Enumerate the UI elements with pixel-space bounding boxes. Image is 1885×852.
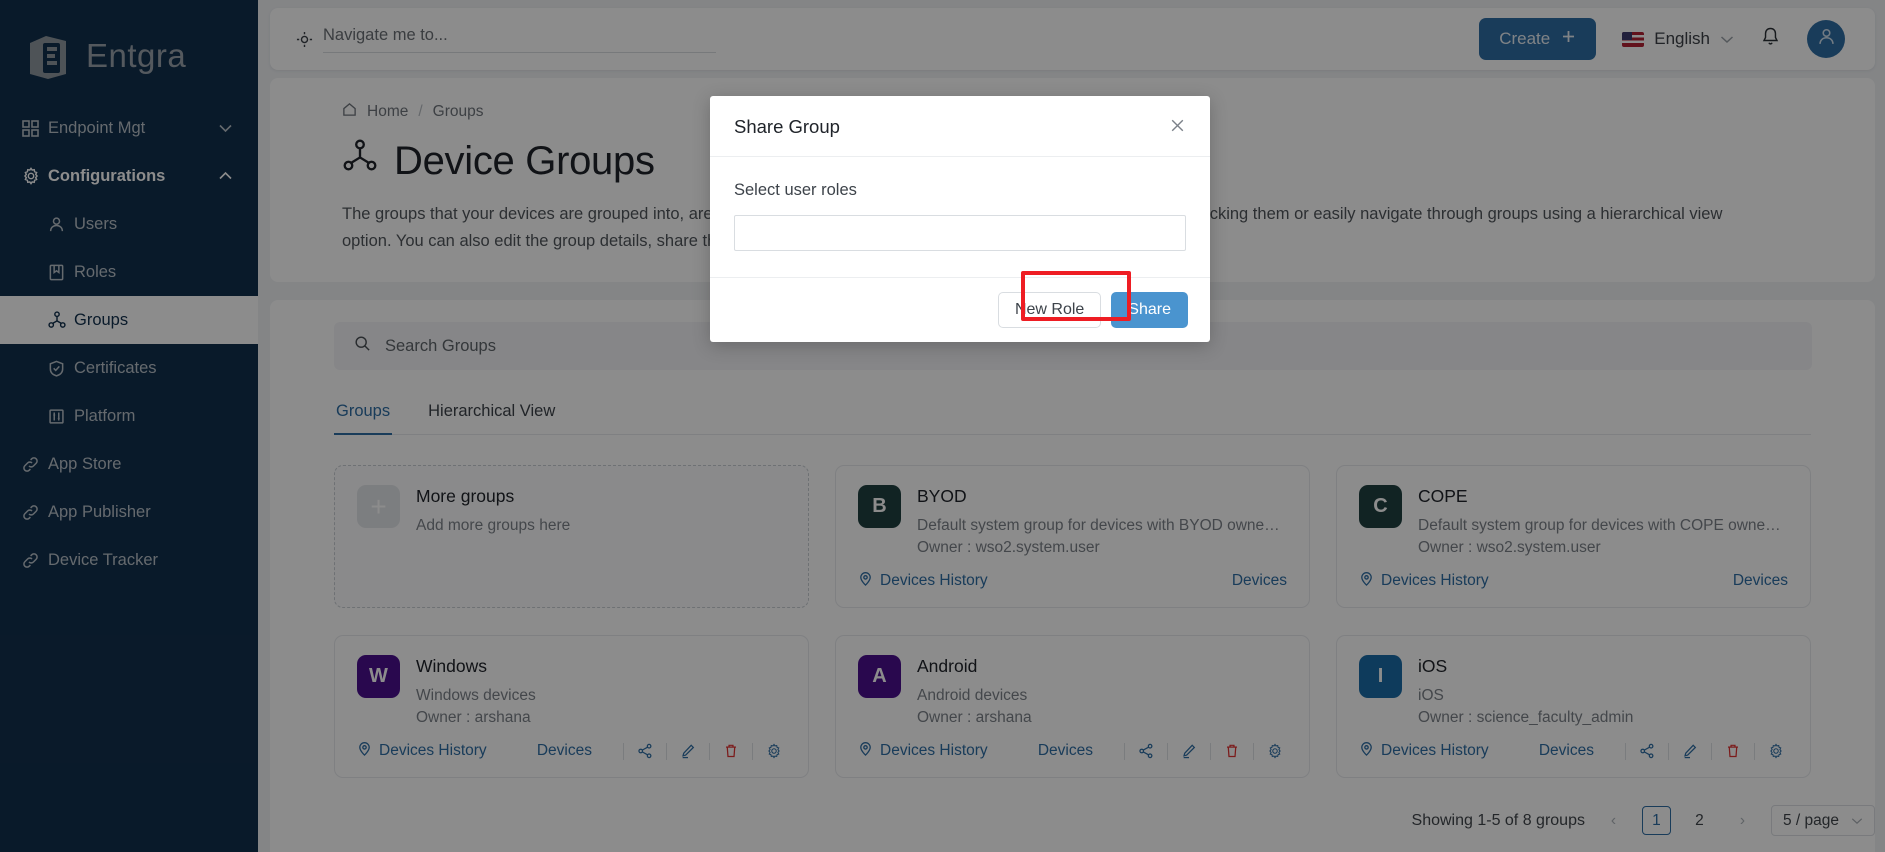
modal-body: Select user roles bbox=[710, 157, 1210, 277]
close-icon[interactable] bbox=[1169, 117, 1186, 138]
select-user-roles-input[interactable] bbox=[734, 215, 1186, 251]
modal-footer: New Role Share bbox=[710, 277, 1210, 342]
select-user-roles-label: Select user roles bbox=[734, 181, 857, 199]
modal-header: Share Group bbox=[710, 96, 1210, 157]
modal-title: Share Group bbox=[734, 116, 840, 137]
new-role-button[interactable]: New Role bbox=[997, 292, 1102, 328]
share-button[interactable]: Share bbox=[1111, 292, 1188, 328]
share-group-modal: Share Group Select user roles New Role S… bbox=[710, 96, 1210, 342]
